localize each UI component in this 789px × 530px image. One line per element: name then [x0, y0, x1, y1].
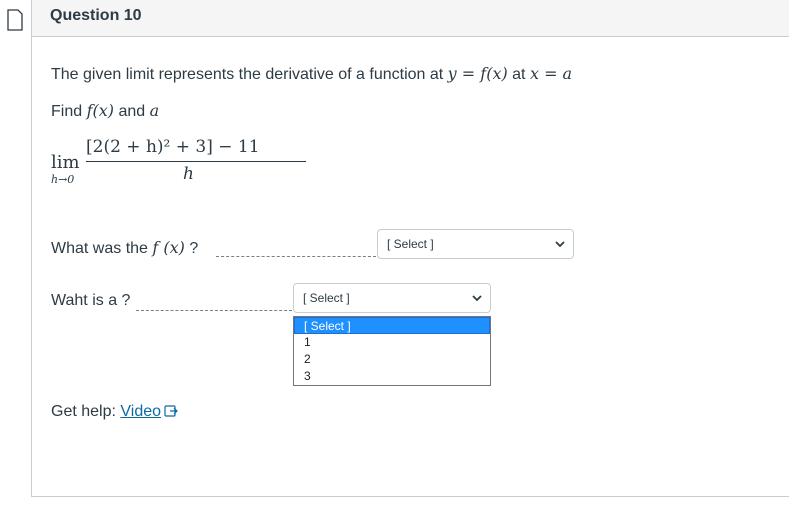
- answer-1-blank-line: [216, 256, 376, 257]
- chevron-down-icon: [472, 292, 482, 302]
- answer-1-selected-value: [ Select ]: [387, 237, 434, 251]
- question-header: Question 10: [32, 0, 789, 37]
- fraction-denominator: h: [183, 164, 194, 184]
- fraction-bar: [86, 161, 306, 162]
- math-a: a: [149, 101, 160, 120]
- answer-1-select[interactable]: [ Select ]: [377, 229, 574, 259]
- answer-1-prefix: What was the: [51, 240, 148, 257]
- find-instruction: Find f(x) and a: [51, 101, 159, 121]
- help-prefix: Get help:: [51, 403, 116, 420]
- dropdown-option[interactable]: 1: [294, 334, 490, 351]
- bookmark-flag-icon[interactable]: [0, 0, 32, 34]
- answer-1-label: What was the f (x) ?: [51, 238, 198, 258]
- fraction-numerator: [2(2 + h)² + 3] − 11: [86, 137, 260, 157]
- lim-subscript: h→0: [51, 173, 75, 186]
- math-y-eq-fx: y = f(x): [447, 64, 508, 83]
- lim-word: lim: [51, 152, 80, 173]
- video-link[interactable]: Video: [120, 403, 161, 420]
- answer-2-dropdown-list: [ Select ] 1 2 3: [293, 316, 491, 386]
- answer-2-select[interactable]: [ Select ]: [293, 283, 491, 313]
- answer-2-blank-line: [136, 310, 292, 311]
- external-link-icon[interactable]: [164, 404, 178, 418]
- limit-expression: lim h→0 [2(2 + h)² + 3] − 11 h: [51, 137, 306, 189]
- answer-2-label: Waht is a ?: [51, 292, 131, 309]
- help-line: Get help: Video: [51, 403, 178, 421]
- dropdown-option[interactable]: 2: [294, 351, 490, 368]
- question-title: Question 10: [50, 7, 142, 24]
- math-x-eq-a: x = a: [529, 64, 573, 83]
- dropdown-option[interactable]: 3: [294, 368, 490, 385]
- find-text: Find: [51, 103, 83, 120]
- answer-1-suffix: ?: [189, 240, 199, 257]
- find-and: and: [118, 103, 146, 120]
- prompt-text: The given limit represents the derivativ…: [51, 66, 444, 83]
- chevron-down-icon: [555, 238, 565, 248]
- dropdown-option[interactable]: [ Select ]: [294, 317, 490, 334]
- prompt-at: at: [512, 66, 526, 83]
- answer-1-math: f (x): [152, 238, 185, 257]
- math-fx: f(x): [86, 101, 115, 120]
- question-prompt: The given limit represents the derivativ…: [51, 64, 572, 84]
- answer-2-selected-value: [ Select ]: [303, 291, 350, 305]
